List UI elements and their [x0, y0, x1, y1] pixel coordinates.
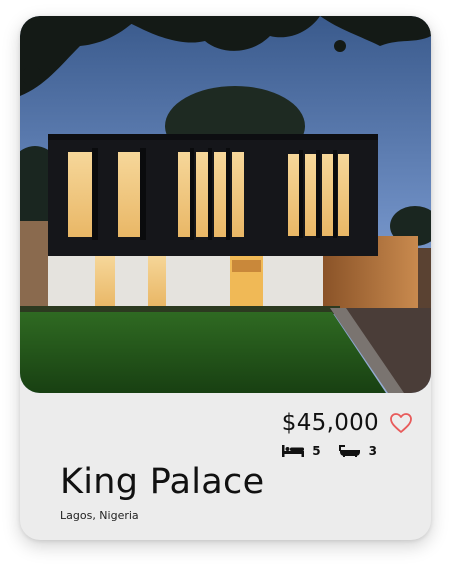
- property-card[interactable]: $45,000 5 3 King Palace Lagos, Nigeria: [20, 16, 431, 540]
- heart-icon[interactable]: [389, 412, 413, 434]
- bathtub-icon: [338, 445, 361, 457]
- bed-icon: [282, 445, 305, 457]
- price-row: $45,000: [282, 410, 413, 436]
- amenities-row: 5 3: [282, 444, 377, 458]
- bedrooms-info: 5: [282, 444, 321, 458]
- bathrooms-info: 3: [338, 444, 377, 458]
- property-title: King Palace: [60, 462, 265, 502]
- price-label: $45,000: [281, 410, 379, 436]
- bathrooms-count: 3: [368, 444, 377, 458]
- property-location: Lagos, Nigeria: [60, 509, 139, 522]
- property-photo: [20, 16, 431, 393]
- bedrooms-count: 5: [312, 444, 321, 458]
